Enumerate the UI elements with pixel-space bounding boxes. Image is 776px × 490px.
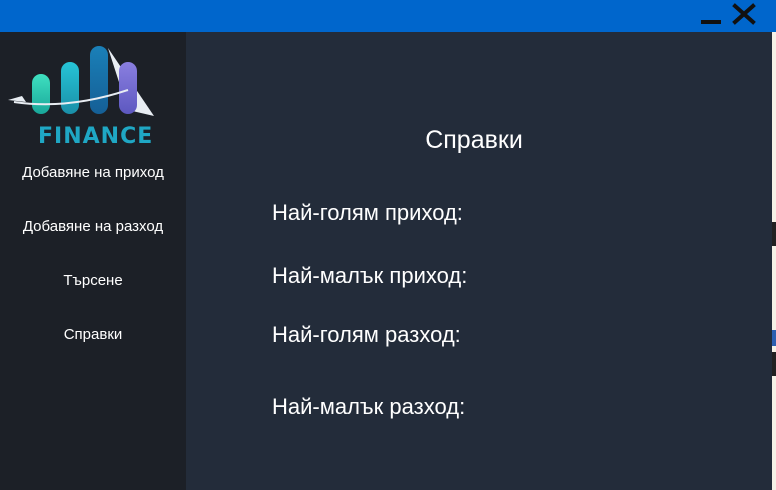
background-window-edge [772, 32, 776, 490]
sidebar: FINANCE Добавяне на приход Добавяне на р… [0, 32, 186, 490]
finance-logo: FINANCE [8, 40, 158, 149]
page-title: Справки [425, 126, 523, 154]
logo-text: FINANCE [38, 124, 154, 149]
background-edge-mark [772, 222, 776, 246]
sidebar-item-reports[interactable]: Справки [0, 323, 186, 347]
app-window: FINANCE Добавяне на приход Добавяне на р… [0, 0, 776, 490]
main-panel: Справки Най-голям приход: Най-малък прих… [186, 32, 772, 490]
close-icon[interactable] [731, 2, 757, 28]
background-edge-mark [772, 330, 776, 346]
smallest-expense-label: Най-малък разход: [272, 394, 466, 419]
sidebar-item-add-income[interactable]: Добавяне на приход [0, 161, 186, 185]
largest-income-label: Най-голям приход: [272, 200, 463, 225]
largest-expense-label: Най-голям разход: [272, 322, 461, 347]
smallest-income-label: Най-малък приход: [272, 263, 468, 288]
logo-icon [8, 46, 154, 116]
minimize-icon[interactable] [698, 2, 724, 28]
sidebar-item-add-expense[interactable]: Добавяне на разход [0, 215, 186, 239]
title-bar[interactable] [0, 0, 776, 32]
background-edge-mark [772, 352, 776, 376]
sidebar-item-search[interactable]: Търсене [0, 269, 186, 293]
